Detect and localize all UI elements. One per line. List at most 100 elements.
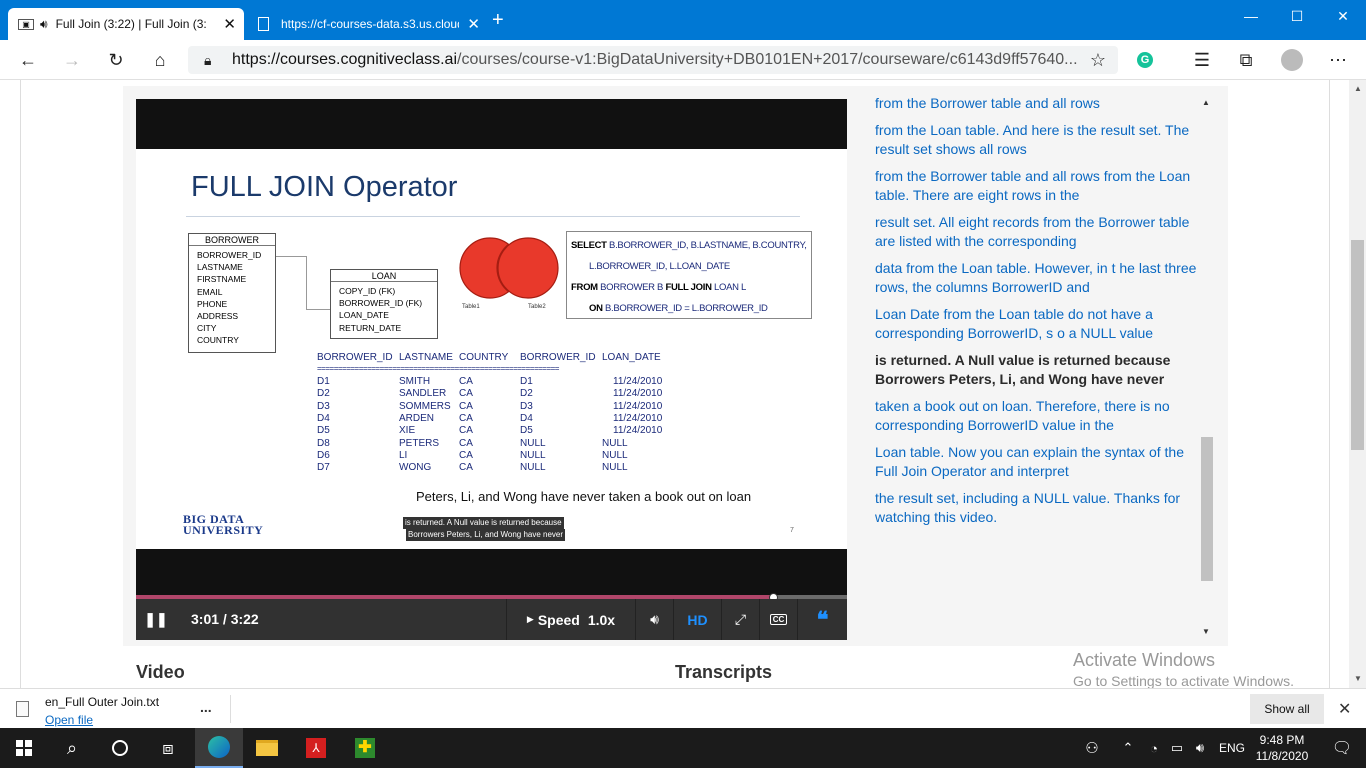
result-cell: 11/24/2010 [613, 412, 663, 424]
page-scrollbar[interactable]: ▲ ▼ [1349, 80, 1366, 688]
transcript-line[interactable]: result set. All eight records from the B… [875, 213, 1197, 251]
transcript-line-current[interactable]: is returned. A Null value is returned be… [875, 351, 1197, 389]
transcript-scrollbar[interactable]: ▲ ▼ [1199, 94, 1215, 639]
task-view-icon[interactable]: ⧈ [144, 728, 192, 768]
speed-button[interactable]: ▶ Speed 1.0x [506, 599, 635, 640]
borrower-field: PHONE [197, 298, 228, 309]
result-cell: D2 [317, 388, 330, 400]
favorites-list-icon[interactable]: ☰ [1190, 48, 1214, 72]
people-icon[interactable]: ⚇ [1072, 728, 1112, 768]
back-arrow-icon[interactable]: ← [16, 48, 40, 72]
watermark-line1: Activate Windows [1073, 650, 1216, 670]
file-explorer-icon[interactable] [243, 728, 291, 768]
borrower-field: BORROWER_ID [197, 250, 262, 260]
transcript-line[interactable]: data from the Loan table. However, in t … [875, 259, 1197, 297]
forward-arrow-icon[interactable]: → [60, 48, 84, 72]
favorite-star-icon[interactable]: ☆ [1086, 48, 1110, 72]
result-cell: D3 [520, 400, 533, 412]
title-underline [186, 216, 800, 217]
result-cell: D4 [520, 412, 533, 424]
transcript-line[interactable]: taken a book out on loan. Therefore, the… [875, 397, 1197, 435]
transcript-line[interactable]: from the Borrower table and all rows [875, 94, 1197, 113]
loan-field: RETURN_DATE [339, 322, 402, 333]
show-hidden-icons[interactable]: ⌃ [1116, 728, 1140, 768]
pause-button[interactable]: ❚❚ [136, 599, 176, 640]
maximize-button[interactable]: ☐ [1274, 0, 1320, 32]
volume-icon[interactable]: 🔊︎ [1188, 728, 1212, 768]
edge-browser-icon[interactable] [195, 728, 243, 768]
scroll-thumb[interactable] [1351, 240, 1364, 450]
action-center-icon[interactable]: 🗨︎ [1318, 728, 1366, 768]
open-file-link[interactable]: Open file [45, 713, 93, 727]
close-download-bar-icon[interactable]: ✕ [1338, 699, 1351, 719]
system-clock[interactable]: 9:48 PM 11/8/2020 [1254, 732, 1310, 764]
refresh-icon[interactable]: ↻ [104, 48, 128, 72]
loan-table-name: LOAN [331, 270, 437, 282]
close-tab-icon[interactable]: ✕ [223, 15, 236, 33]
battery-icon[interactable]: ▭ [1166, 728, 1188, 768]
scroll-down-icon[interactable]: ▼ [1354, 674, 1362, 683]
scroll-thumb[interactable] [1201, 437, 1213, 581]
transcript-line[interactable]: from the Loan table. And here is the res… [875, 121, 1197, 159]
settings-menu-icon[interactable]: ⋯ [1326, 48, 1350, 72]
transcript-line[interactable]: the result set, including a NULL value. … [875, 489, 1197, 527]
tab-label: https://cf-courses-data.s3.us.cloud-obje… [281, 17, 459, 31]
borrower-field: CITY [197, 323, 217, 334]
transcript-line[interactable]: Loan table. Now you can explain the synt… [875, 443, 1197, 481]
home-icon[interactable]: ⌂ [148, 48, 172, 72]
site-favicon-icon: ▣ [18, 18, 34, 30]
new-tab-button[interactable]: + [492, 10, 512, 30]
show-all-button[interactable]: Show all [1250, 694, 1324, 724]
result-cell: NULL [602, 449, 628, 461]
result-cell: D2 [520, 388, 533, 400]
result-cell: 11/24/2010 [613, 388, 663, 400]
start-windows-icon[interactable] [0, 728, 48, 768]
tab-course-data[interactable]: https://cf-courses-data.s3.us.cloud-obje… [248, 8, 488, 40]
result-row: D7 WONG CA NULL NULL [317, 462, 677, 474]
result-cell: D6 [317, 449, 330, 461]
result-cell: CA [459, 449, 473, 461]
app-icon[interactable]: ✚ [341, 728, 389, 768]
scroll-up-icon[interactable]: ▲ [1202, 98, 1210, 107]
download-more-button[interactable]: ... [200, 699, 212, 715]
scroll-up-icon[interactable]: ▲ [1354, 84, 1362, 93]
result-cell: CA [459, 412, 473, 424]
result-cell: NULL [602, 437, 628, 449]
network-icon[interactable]: ◔ [1142, 728, 1166, 768]
audio-playing-icon[interactable]: 🔊︎ [40, 17, 48, 32]
tab-full-join[interactable]: ▣ 🔊︎ Full Join (3:22) | Full Join (3:22)… [8, 8, 244, 40]
scroll-down-icon[interactable]: ▼ [1202, 627, 1210, 636]
address-bar[interactable]: 🔒︎ https://courses.cognitiveclass.ai/cou… [188, 46, 1118, 74]
close-tab-icon[interactable]: ✕ [467, 15, 480, 33]
cortana-icon[interactable] [96, 728, 144, 768]
result-row: D8 PETERS CA NULL NULL [317, 438, 677, 450]
browser-title-bar: ▣ 🔊︎ Full Join (3:22) | Full Join (3:22)… [0, 0, 1366, 40]
transcript-line[interactable]: from the Borrower table and all rows fro… [875, 167, 1197, 205]
activate-windows-watermark: Activate Windows Go to Settings to activ… [1073, 650, 1294, 688]
profile-avatar-icon[interactable] [1280, 48, 1304, 72]
sql-line: LOAN L [711, 282, 746, 293]
borrower-field: EMAIL [197, 286, 223, 297]
closed-captions-icon[interactable]: CC [759, 599, 797, 640]
collections-icon[interactable]: ⧉ [1234, 48, 1258, 72]
sql-line: B.BORROWER_ID, B.LASTNAME, B.COUNTRY, [606, 240, 807, 251]
transcript-quote-icon[interactable]: ❝ [797, 599, 847, 640]
hd-button[interactable]: HD [673, 599, 721, 640]
loan-field: COPY_ID (FK) [339, 286, 396, 296]
burned-caption: is returned. A Null value is returned be… [403, 517, 566, 541]
fullscreen-icon[interactable]: ⤢ [721, 599, 759, 640]
minimize-button[interactable]: — [1228, 0, 1274, 32]
transcript-line[interactable]: Loan Date from the Loan table do not hav… [875, 305, 1197, 343]
result-cell: SMITH [399, 376, 431, 387]
venn-circle-table2 [497, 237, 559, 299]
download-divider [230, 695, 231, 723]
volume-button[interactable]: 🔊︎ [635, 599, 673, 640]
input-language[interactable]: ENG [1219, 741, 1245, 755]
result-cell: CA [459, 462, 473, 474]
acrobat-icon[interactable]: ⅄ [292, 728, 340, 768]
grammarly-extension-icon[interactable]: G [1133, 48, 1157, 72]
close-window-button[interactable]: ✕ [1320, 0, 1366, 32]
result-cell: 11/24/2010 [613, 376, 663, 387]
search-icon[interactable]: ⌕ [48, 728, 96, 768]
relationship-line [276, 256, 306, 257]
